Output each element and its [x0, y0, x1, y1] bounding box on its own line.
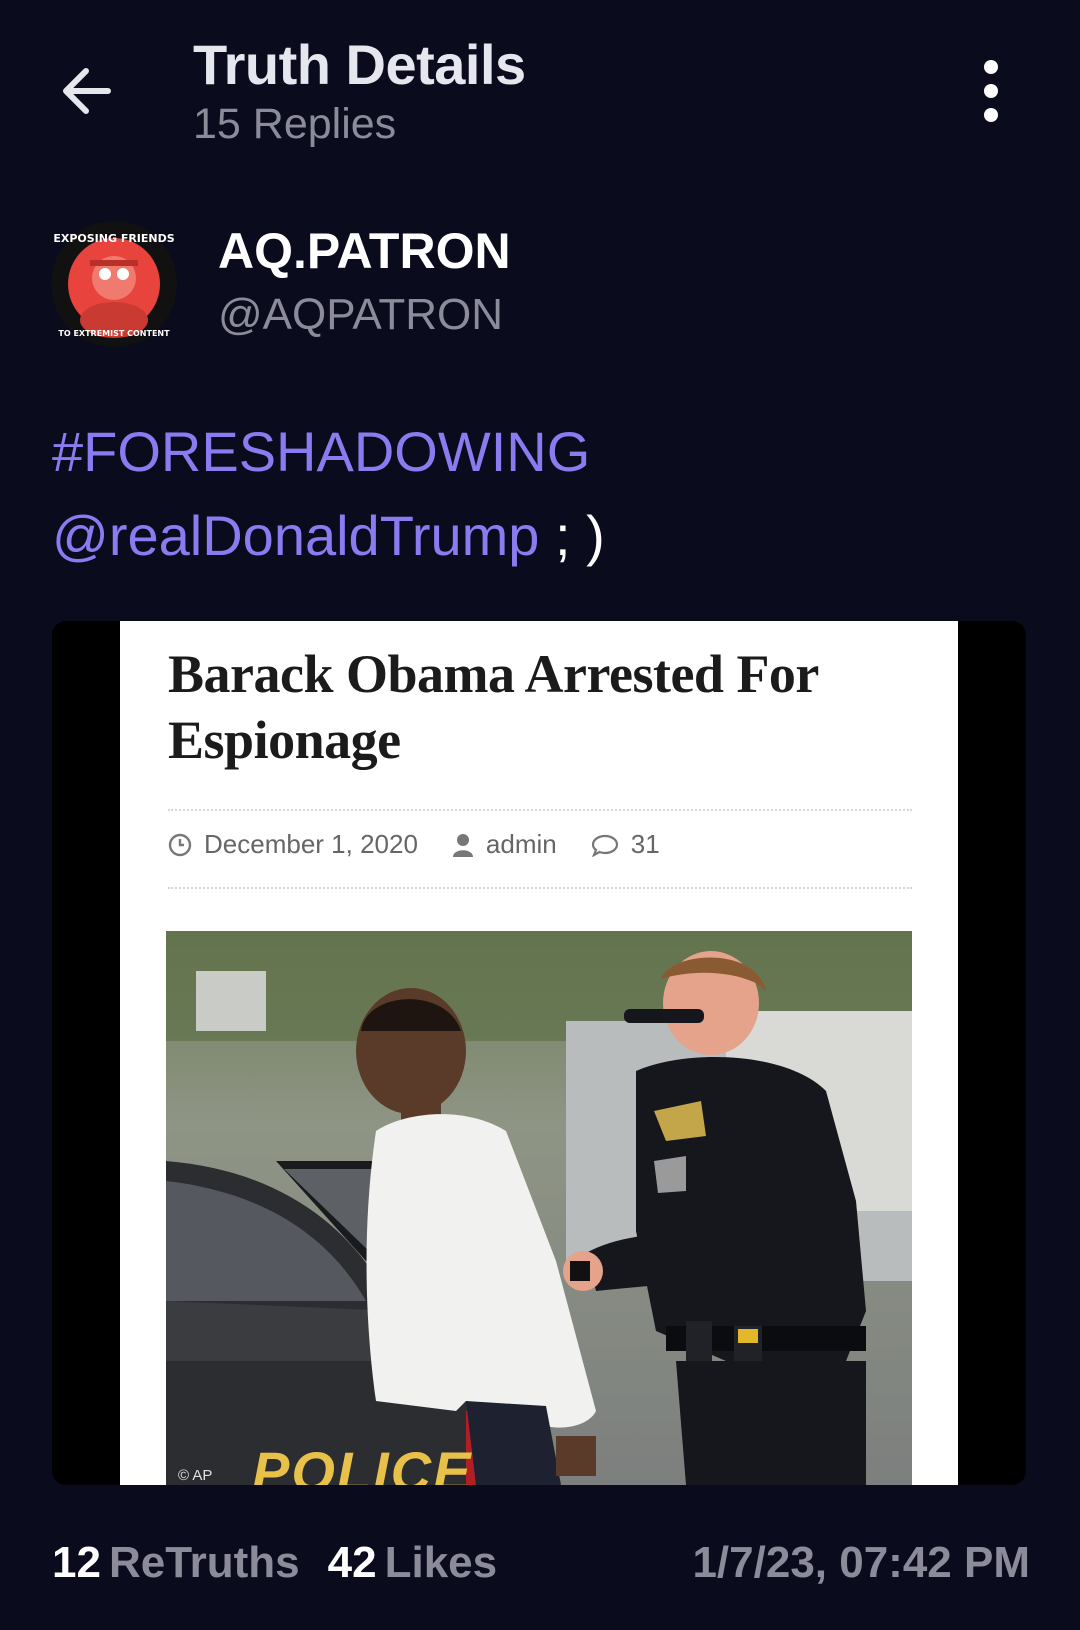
article-date: December 1, 2020	[204, 829, 418, 859]
post-media[interactable]: Barack Obama Arrested For Espionage Dece…	[52, 621, 1026, 1485]
top-bar: Truth Details 15 Replies	[0, 0, 1080, 170]
retruths-count: 12	[52, 1538, 101, 1587]
divider	[168, 887, 912, 889]
author-name[interactable]: AQ.PATRON	[218, 222, 511, 280]
article-comments-item: 31	[591, 829, 660, 860]
arrow-left-icon	[63, 68, 111, 114]
photo-credit: © AP	[178, 1467, 213, 1484]
photo-illustration	[166, 931, 912, 1485]
post-suffix: ; )	[539, 504, 605, 567]
article-meta: December 1, 2020 admin 31	[168, 829, 694, 860]
retruths-label: ReTruths	[108, 1538, 300, 1587]
article-author: admin	[485, 829, 557, 859]
page-title: Truth Details	[193, 33, 526, 96]
post-body: #FORESHADOWING @realDonaldTrump ; )	[52, 410, 605, 578]
avatar-ring-text-top: EXPOSING FRIENDS	[53, 232, 174, 245]
retruths-stat[interactable]: 12 ReTruths	[52, 1538, 300, 1588]
replies-count[interactable]: 15 Replies	[193, 100, 396, 149]
clock-icon	[168, 833, 192, 856]
article-screenshot: Barack Obama Arrested For Espionage Dece…	[120, 621, 958, 1485]
likes-label: Likes	[384, 1538, 498, 1587]
article-date-item: December 1, 2020	[168, 829, 418, 860]
truth-details-screen: Truth Details 15 Replies EXPOSING FRIEND…	[0, 0, 1080, 1630]
mention-link[interactable]: @realDonaldTrump	[52, 504, 539, 567]
likes-stat[interactable]: 42 Likes	[328, 1538, 497, 1588]
more-vertical-icon	[984, 60, 998, 122]
article-author-item: admin	[452, 829, 557, 860]
avatar-image: EXPOSING FRIENDS TO EXTREMIST CONTENT	[51, 221, 177, 347]
author-handle[interactable]: @AQPATRON	[218, 290, 503, 340]
hashtag-link[interactable]: #FORESHADOWING	[52, 420, 590, 483]
article-headline: Barack Obama Arrested For Espionage	[168, 644, 818, 770]
likes-count: 42	[327, 1538, 377, 1587]
author-avatar[interactable]: EXPOSING FRIENDS TO EXTREMIST CONTENT	[50, 220, 178, 348]
article-comment-count: 31	[630, 829, 660, 859]
divider	[168, 809, 912, 811]
post-timestamp: 1/7/23, 07:42 PM	[692, 1538, 1030, 1587]
post-stats: 12 ReTruths 42 Likes	[52, 1538, 525, 1588]
comment-icon	[591, 834, 618, 857]
back-button[interactable]	[56, 56, 126, 126]
photo-police-text: POLICE	[252, 1440, 473, 1485]
avatar-ring-text-bottom: TO EXTREMIST CONTENT	[58, 329, 170, 338]
article-photo: POLICE © AP	[166, 931, 912, 1485]
user-icon	[452, 833, 473, 857]
more-options-button[interactable]	[966, 58, 1016, 124]
